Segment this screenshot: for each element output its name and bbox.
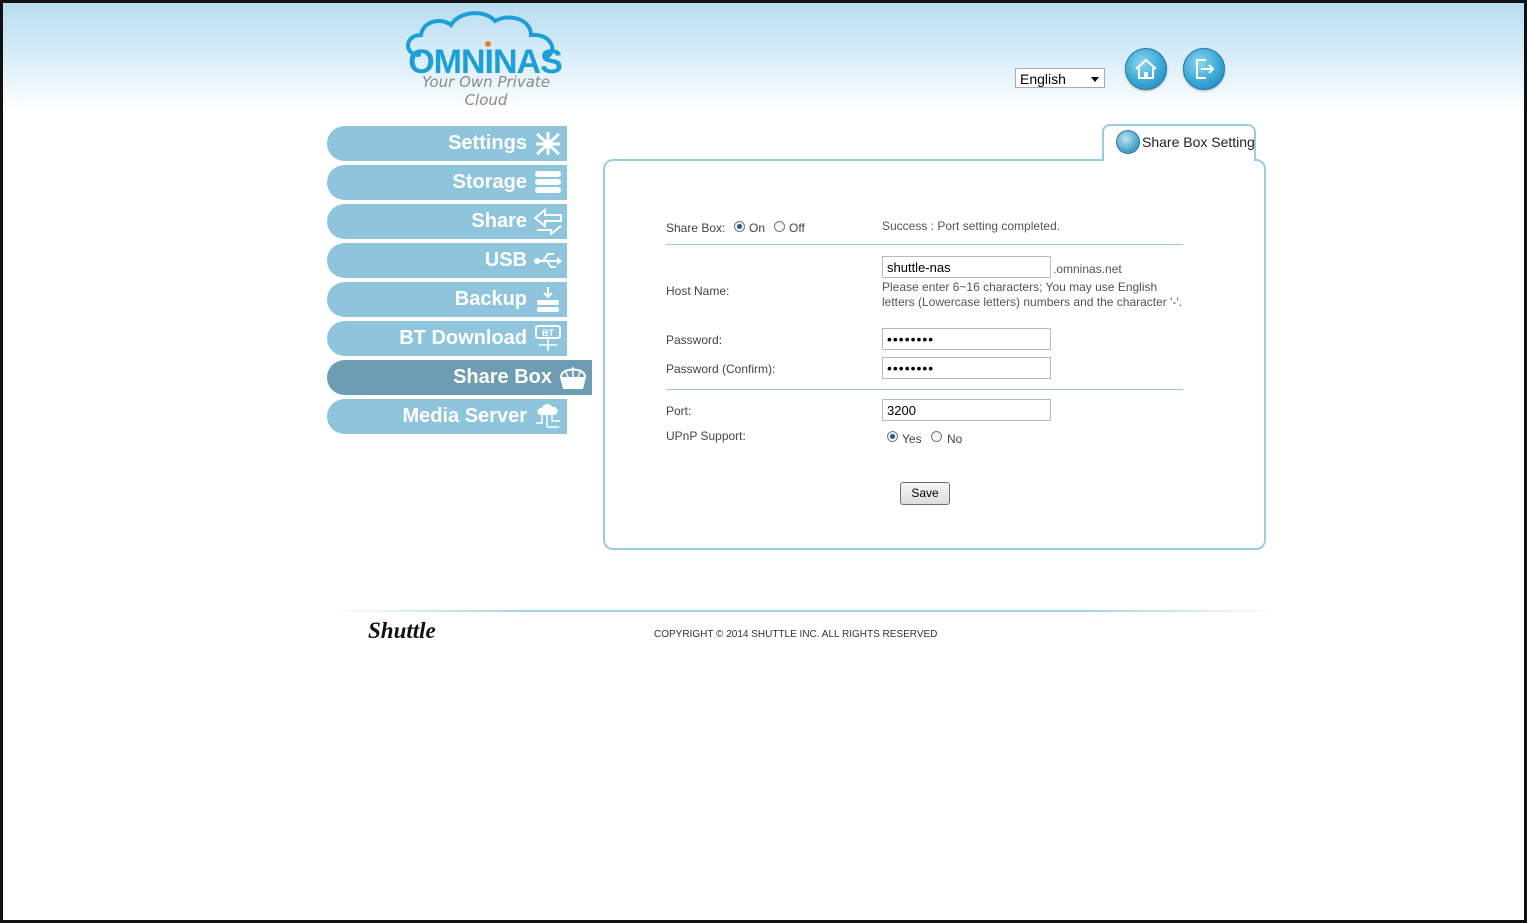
language-select[interactable]: English — [1015, 68, 1105, 88]
share-box-label: Share Box: — [666, 221, 726, 235]
footer-divider — [327, 610, 1282, 612]
tab-label: Share Box Setting — [1142, 134, 1255, 150]
sidebar-item-bt-download[interactable]: BT Download BT — [327, 321, 567, 356]
sidebar-item-label: Storage — [452, 171, 527, 193]
header-background — [3, 3, 1524, 113]
sidebar-item-settings[interactable]: Settings — [327, 126, 567, 161]
upnp-yes-radio[interactable] — [887, 431, 898, 442]
sidebar-item-label: Backup — [454, 288, 527, 310]
sidebar-item-backup[interactable]: Backup — [327, 282, 567, 317]
port-label: Port: — [666, 404, 692, 418]
copyright-text: COPYRIGHT © 2014 SHUTTLE INC. ALL RIGHTS… — [654, 629, 938, 640]
home-icon — [1135, 58, 1157, 79]
usb-icon — [534, 253, 562, 268]
sidebar-item-label: Media Server — [402, 405, 527, 427]
settings-icon — [535, 132, 561, 156]
status-message: Success : Port setting completed. — [882, 219, 1061, 233]
sidebar-item-label: Share Box — [453, 366, 552, 388]
host-suffix: .omninas.net — [1053, 262, 1122, 276]
share-icon — [533, 208, 562, 235]
save-button[interactable]: Save — [900, 482, 950, 505]
sidebar-item-label: BT Download — [399, 327, 527, 349]
share-box-on-label: On — [749, 221, 766, 235]
backup-icon — [537, 287, 559, 312]
sidebar-item-media-server[interactable]: Media Server — [327, 399, 567, 434]
upnp-no-radio[interactable] — [931, 431, 942, 442]
sidebar-item-share-box[interactable]: Share Box — [327, 360, 592, 395]
sidebar-item-usb[interactable]: USB — [327, 243, 567, 278]
chevron-down-icon — [1091, 77, 1099, 82]
language-select-value: English — [1020, 71, 1066, 87]
upnp-label: UPnP Support: — [666, 429, 746, 443]
svg-text:BT: BT — [542, 328, 554, 338]
divider — [666, 389, 1183, 390]
password-field[interactable]: •••••••• — [882, 328, 1051, 350]
browser-frame: OMNINAS Your Own Private Cloud English S… — [0, 0, 1527, 923]
home-button[interactable] — [1125, 48, 1167, 90]
sidebar-item-label: Share — [471, 210, 527, 232]
password-label: Password: — [666, 333, 723, 347]
upnp-no-label: No — [947, 432, 963, 446]
sidebar-item-storage[interactable]: Storage — [327, 165, 567, 200]
storage-icon — [535, 171, 561, 193]
tab-joiner — [1104, 158, 1254, 162]
logout-icon — [1196, 59, 1215, 79]
sidebar-item-label: Settings — [448, 132, 527, 154]
port-input[interactable] — [882, 399, 1051, 421]
share-box-icon — [560, 367, 586, 389]
logo-tagline: Your Own Private Cloud — [421, 73, 551, 109]
logout-button[interactable] — [1183, 48, 1225, 90]
sidebar-item-share[interactable]: Share — [327, 204, 567, 239]
omninas-logo: OMNINAS Your Own Private Cloud — [399, 7, 571, 109]
host-name-hint: Please enter 6~16 characters; You may us… — [882, 280, 1183, 309]
host-name-input[interactable] — [882, 256, 1051, 278]
host-name-label: Host Name: — [666, 284, 730, 298]
tab-share-box-setting[interactable]: Share Box Setting — [1102, 124, 1256, 161]
globe-icon — [1116, 130, 1140, 154]
share-box-off-label: Off — [789, 221, 805, 235]
share-box-on-radio[interactable] — [734, 221, 745, 232]
share-box-off-radio[interactable] — [774, 221, 785, 232]
password-confirm-label: Password (Confirm): — [666, 362, 776, 376]
upnp-yes-label: Yes — [902, 432, 922, 446]
shuttle-logo: Shuttle — [368, 618, 436, 643]
media-server-icon — [536, 404, 560, 428]
bt-download-icon: BT — [535, 325, 561, 351]
sidebar-item-label: USB — [484, 249, 527, 271]
divider — [666, 244, 1183, 245]
password-confirm-field[interactable]: •••••••• — [882, 357, 1051, 379]
